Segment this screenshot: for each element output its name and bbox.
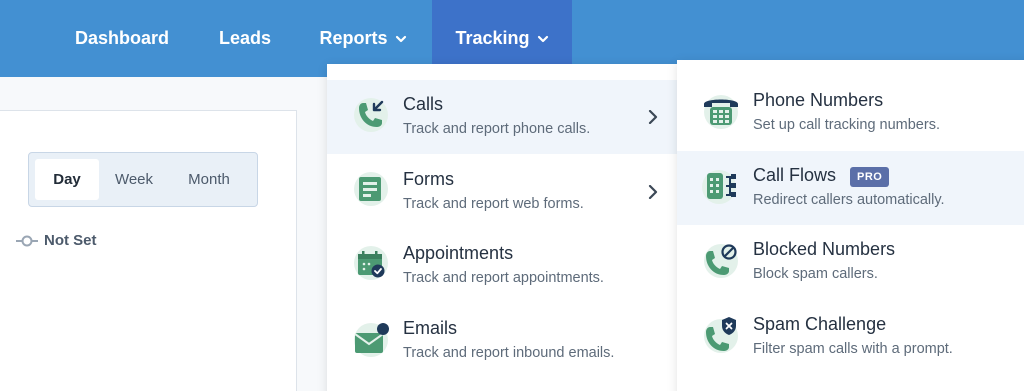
- segment-day[interactable]: Day: [35, 159, 99, 200]
- menu-item-desc: Track and report web forms.: [403, 196, 584, 212]
- segment-month[interactable]: Month: [169, 159, 249, 200]
- legend-label: Not Set: [44, 232, 97, 249]
- calls-submenu: Phone Numbers Set up call tracking numbe…: [677, 60, 1024, 391]
- call-flow-icon: [701, 165, 741, 205]
- submenu-item-title: Phone Numbers: [753, 90, 884, 110]
- menu-item-desc: Track and report inbound emails.: [403, 345, 615, 361]
- menu-item-forms[interactable]: Forms Track and report web forms.: [327, 155, 677, 229]
- nav-leads-label: Leads: [218, 28, 272, 48]
- menu-item-appointments[interactable]: Appointments Track and report appointmen…: [327, 229, 677, 303]
- submenu-item-title: Call Flows: [753, 165, 837, 185]
- submenu-item-blocked-numbers[interactable]: Blocked Numbers Block spam callers.: [677, 225, 1024, 299]
- pro-badge: PRO: [850, 167, 890, 187]
- submenu-item-desc: Redirect callers automatically.: [753, 192, 945, 208]
- menu-item-title: Forms: [403, 169, 454, 189]
- menu-item-desc: Track and report phone calls.: [403, 121, 591, 137]
- submenu-item-title: Spam Challenge: [753, 314, 887, 334]
- menu-item-title: Emails: [403, 318, 458, 338]
- menu-item-emails[interactable]: Emails Track and report inbound emails.: [327, 304, 677, 378]
- chevron-down-icon: [537, 33, 549, 45]
- submenu-item-phone-numbers[interactable]: Phone Numbers Set up call tracking numbe…: [677, 76, 1024, 150]
- submenu-item-desc: Filter spam calls with a prompt.: [753, 341, 953, 357]
- menu-item-calls[interactable]: Calls Track and report phone calls.: [327, 80, 677, 154]
- date-range-segmented-control: Day Week Month: [28, 152, 258, 207]
- nav-dashboard[interactable]: Dashboard: [52, 0, 192, 77]
- menu-item-desc: Track and report appointments.: [403, 270, 604, 286]
- chevron-down-icon: [395, 33, 407, 45]
- phone-shield-icon: [701, 314, 741, 354]
- submenu-item-call-flows[interactable]: Call Flows PRO Redirect callers automati…: [677, 151, 1024, 225]
- chevron-right-icon: [648, 110, 658, 124]
- menu-item-title: Calls: [403, 94, 444, 114]
- desk-phone-icon: [701, 90, 741, 130]
- nav-reports-label: Reports: [319, 28, 388, 48]
- phone-blocked-icon: [701, 239, 741, 279]
- legend-line-icon: [16, 235, 38, 246]
- chevron-right-icon: [648, 185, 658, 199]
- submenu-item-title: Blocked Numbers: [753, 239, 896, 259]
- nav-dashboard-label: Dashboard: [74, 28, 170, 48]
- nav-tracking-label: Tracking: [455, 28, 530, 48]
- calendar-check-icon: [351, 243, 391, 283]
- submenu-item-spam-challenge[interactable]: Spam Challenge Filter spam calls with a …: [677, 300, 1024, 374]
- form-icon: [351, 169, 391, 209]
- tracking-dropdown: Calls Track and report phone calls. Form…: [327, 64, 677, 391]
- nav-leads[interactable]: Leads: [195, 0, 295, 77]
- legend-not-set[interactable]: Not Set: [16, 232, 97, 249]
- submenu-item-desc: Block spam callers.: [753, 266, 878, 282]
- phone-incoming-icon: [351, 94, 391, 134]
- segment-week[interactable]: Week: [99, 159, 169, 200]
- envelope-icon: [351, 318, 391, 358]
- submenu-item-desc: Set up call tracking numbers.: [753, 117, 940, 133]
- menu-item-title: Appointments: [403, 243, 514, 263]
